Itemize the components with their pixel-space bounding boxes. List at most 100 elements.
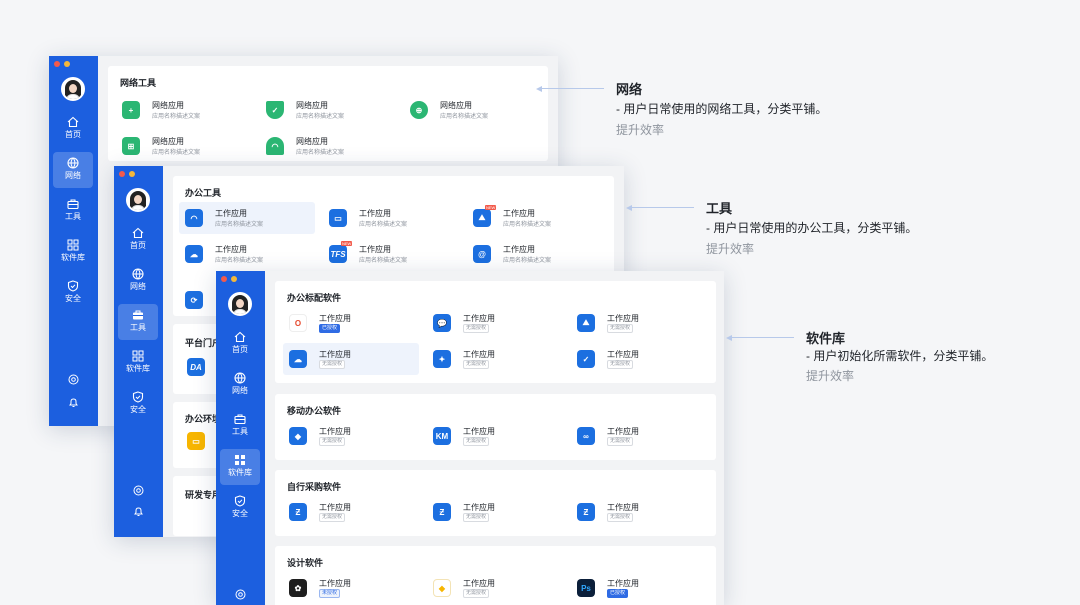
nav-tools[interactable]: 工具 [220,408,260,444]
app-item[interactable]: ☁ 工作应用 无需授权 [283,343,419,375]
app-item[interactable]: ✓ 工作应用 无需授权 [571,343,707,375]
note-network: 网络 - 用户日常使用的网络工具，分类平铺。 提升效率 [536,78,866,142]
globe-icon [67,157,79,169]
chat-icon: 💬 [433,314,451,332]
connector-line [542,88,604,89]
app-item[interactable]: ⊞ 网络应用 应用名称描述文案 [116,130,252,162]
app-item[interactable]: ◠ 工作应用 应用名称描述文案 [179,202,315,234]
app-item[interactable]: TFS NEW 工作应用 应用名称描述文案 [323,238,459,270]
nav-software[interactable]: 软件库 [118,345,158,381]
app-item[interactable]: ⛰ NEW 工作应用 应用名称描述文案 [467,202,603,234]
nav-home[interactable]: 首页 [220,326,260,362]
app-item[interactable]: + 网络应用 应用名称描述文案 [116,94,252,126]
app-desc: 应用名称描述文案 [359,258,408,264]
close-dot[interactable] [221,276,227,282]
note-desc: - 用户日常使用的网络工具，分类平铺。 [616,102,828,116]
software-window: 首页 网络 工具 软件库 安全 办公标配软件 O 工作应用 已授权 💬 工作应用… [216,271,724,605]
close-dot[interactable] [119,171,125,177]
medkit-icon: + [122,101,140,119]
app-item[interactable]: ◆ 工作应用 无需授权 [283,420,419,452]
license-badge: 无需授权 [319,360,346,369]
nav-network[interactable]: 网络 [53,152,93,188]
avatar[interactable] [228,292,252,316]
bell-icon[interactable] [133,506,144,517]
printer-icon[interactable]: ▭ [187,432,205,450]
app-item[interactable]: ◆ 工作应用 无需授权 [427,572,563,604]
app-item[interactable]: ▭ 工作应用 应用名称描述文案 [323,202,459,234]
app-item[interactable]: ✿ 工作应用 未授权 [283,572,419,604]
shield-icon [132,391,144,403]
note-title: 网络 [616,82,643,97]
app-name: 工作应用 [607,427,639,436]
app-item[interactable]: ⊕ 网络应用 应用名称描述文案 [404,94,540,126]
app-name: 工作应用 [503,209,535,218]
nav-network[interactable]: 网络 [220,367,260,403]
bell-icon[interactable] [68,397,79,408]
toolbox-icon [133,310,143,320]
nav-security[interactable]: 安全 [220,490,260,526]
license-badge: 无需授权 [463,589,490,598]
app-name: 工作应用 [319,503,351,512]
nav-security[interactable]: 安全 [118,386,158,422]
note-sub: 提升效率 [616,123,665,137]
globe-icon: ⊕ [410,101,428,119]
purchased-software-panel: 自行采购软件 Ƶ 工作应用 无需授权 Ƶ 工作应用 无需授权 Ƶ 工作应用 无需… [275,470,716,536]
app-item[interactable]: ⛰ 工作应用 无需授权 [571,307,707,339]
app-item[interactable]: Ps 工作应用 已授权 [571,572,707,604]
app-item[interactable]: 💬 工作应用 无需授权 [427,307,563,339]
z-icon: Ƶ [289,503,307,521]
nav-home[interactable]: 首页 [118,222,158,258]
app-item[interactable]: Ƶ 工作应用 无需授权 [427,496,563,528]
section-title: 办公工具 [185,188,222,198]
nav-tools[interactable]: 工具 [118,304,158,340]
app-item[interactable]: ✓ 网络应用 应用名称描述文案 [260,94,396,126]
nav-tools[interactable]: 工具 [53,193,93,229]
license-badge: 无需授权 [607,324,634,333]
sidebar: 首页 网络 工具 软件库 安全 [216,271,265,605]
app-name: 工作应用 [463,350,495,359]
settings-icon[interactable] [235,589,246,600]
design-software-panel: 设计软件 ✿ 工作应用 未授权 ◆ 工作应用 无需授权 Ps 工作应用 已授权 [275,546,716,605]
connector-line [632,207,694,208]
z-icon: Ƶ [433,503,451,521]
km-icon: KM [433,427,451,445]
shield-icon: ✓ [577,350,595,368]
app-name: 网络应用 [296,101,328,110]
app-item[interactable]: KM 工作应用 无需授权 [427,420,563,452]
close-dot[interactable] [54,61,60,67]
minimize-dot[interactable] [129,171,135,177]
avatar[interactable] [61,77,85,101]
app-desc: 应用名称描述文案 [152,114,201,120]
nav-security[interactable]: 安全 [53,275,93,311]
nav-network[interactable]: 网络 [118,263,158,299]
settings-icon[interactable] [133,485,144,496]
shield-check-icon: ✓ [266,101,284,119]
app-item[interactable]: Ƶ 工作应用 无需授权 [283,496,419,528]
nav-label: 软件库 [126,364,150,373]
app-item[interactable]: Ƶ 工作应用 无需授权 [571,496,707,528]
app-item[interactable]: ☁ 工作应用 应用名称描述文案 [179,238,315,270]
at-icon: @ [473,245,491,263]
settings-icon[interactable] [68,374,79,385]
da-icon[interactable]: DA [187,358,205,376]
app-item[interactable]: ✦ 工作应用 无需授权 [427,343,563,375]
app-item[interactable]: ∞ 工作应用 无需授权 [571,420,707,452]
app-item[interactable]: ◠ 网络应用 应用名称描述文案 [260,130,396,162]
app-name: 网络应用 [152,137,184,146]
minimize-dot[interactable] [64,61,70,67]
sketch-icon: ◆ [433,579,451,597]
nav-software[interactable]: 软件库 [53,234,93,270]
app-item[interactable]: @ 工作应用 应用名称描述文案 [467,238,603,270]
nav-software[interactable]: 软件库 [220,449,260,485]
minimize-dot[interactable] [231,276,237,282]
app-item[interactable]: O 工作应用 已授权 [283,307,419,339]
section-title: 办公标配软件 [287,293,342,303]
grid-icon [67,239,79,251]
license-badge: 无需授权 [607,513,634,522]
wifi-icon: ◠ [185,209,203,227]
home-icon [132,227,144,239]
nav-home[interactable]: 首页 [53,111,93,147]
license-badge: 已授权 [319,324,341,333]
license-badge: 无需授权 [607,437,634,446]
avatar[interactable] [126,188,150,212]
